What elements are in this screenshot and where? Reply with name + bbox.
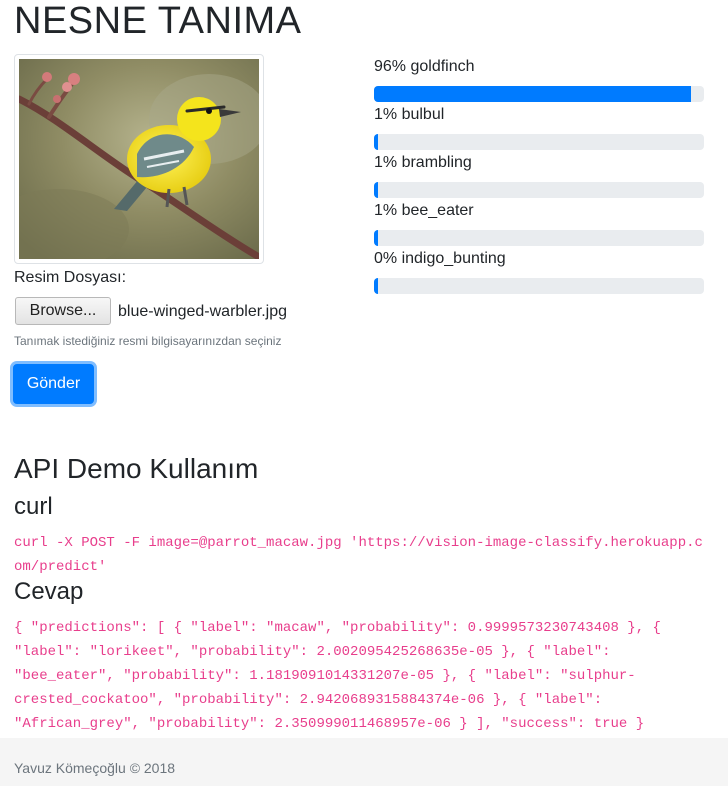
- footer-copyright: Yavuz Kömeçoğlu © 2018: [14, 760, 176, 776]
- curl-command: curl -X POST -F image=@parrot_macaw.jpg …: [14, 535, 703, 575]
- submit-button[interactable]: Gönder: [13, 364, 94, 404]
- progress-track: [374, 182, 704, 198]
- progress-track: [374, 134, 704, 150]
- browse-button[interactable]: Browse...: [15, 297, 111, 325]
- progress-fill: [374, 134, 378, 150]
- page: NESNE TANIMA Resim Dosyası: Browse... bl…: [0, 0, 728, 786]
- prediction-item: 1% brambling: [374, 153, 704, 201]
- file-input-label: Resim Dosyası:: [14, 269, 127, 286]
- prediction-label: 0% indigo_bunting: [374, 250, 506, 267]
- prediction-item: 96% goldfinch: [374, 57, 704, 105]
- progress-track: [374, 86, 704, 102]
- progress-fill: [374, 230, 378, 246]
- prediction-list: 96% goldfinch 1% bulbul 1% brambling 1% …: [374, 57, 704, 297]
- prediction-label: 1% bulbul: [374, 106, 445, 123]
- footer: Yavuz Kömeçoğlu © 2018: [0, 738, 728, 786]
- response-json: { "predictions": [ { "label": "macaw", "…: [14, 620, 661, 732]
- bird-photo: [19, 59, 259, 259]
- prediction-label: 1% brambling: [374, 154, 472, 171]
- prediction-item: 1% bee_eater: [374, 201, 704, 249]
- progress-fill: [374, 182, 378, 198]
- progress-track: [374, 278, 704, 294]
- response-heading: Cevap: [14, 578, 84, 605]
- api-demo-heading: API Demo Kullanım: [14, 453, 259, 484]
- prediction-label: 96% goldfinch: [374, 58, 475, 75]
- file-help-text: Tanımak istediğiniz resmi bilgisayarınız…: [14, 334, 282, 348]
- prediction-label: 1% bee_eater: [374, 202, 474, 219]
- uploaded-image-thumbnail: [14, 54, 264, 264]
- prediction-item: 0% indigo_bunting: [374, 249, 704, 297]
- progress-fill: [374, 278, 378, 294]
- selected-file-name: blue-winged-warbler.jpg: [118, 303, 287, 320]
- page-title: NESNE TANIMA: [14, 0, 302, 42]
- curl-heading: curl: [14, 493, 53, 520]
- progress-track: [374, 230, 704, 246]
- progress-fill: [374, 86, 691, 102]
- prediction-item: 1% bulbul: [374, 105, 704, 153]
